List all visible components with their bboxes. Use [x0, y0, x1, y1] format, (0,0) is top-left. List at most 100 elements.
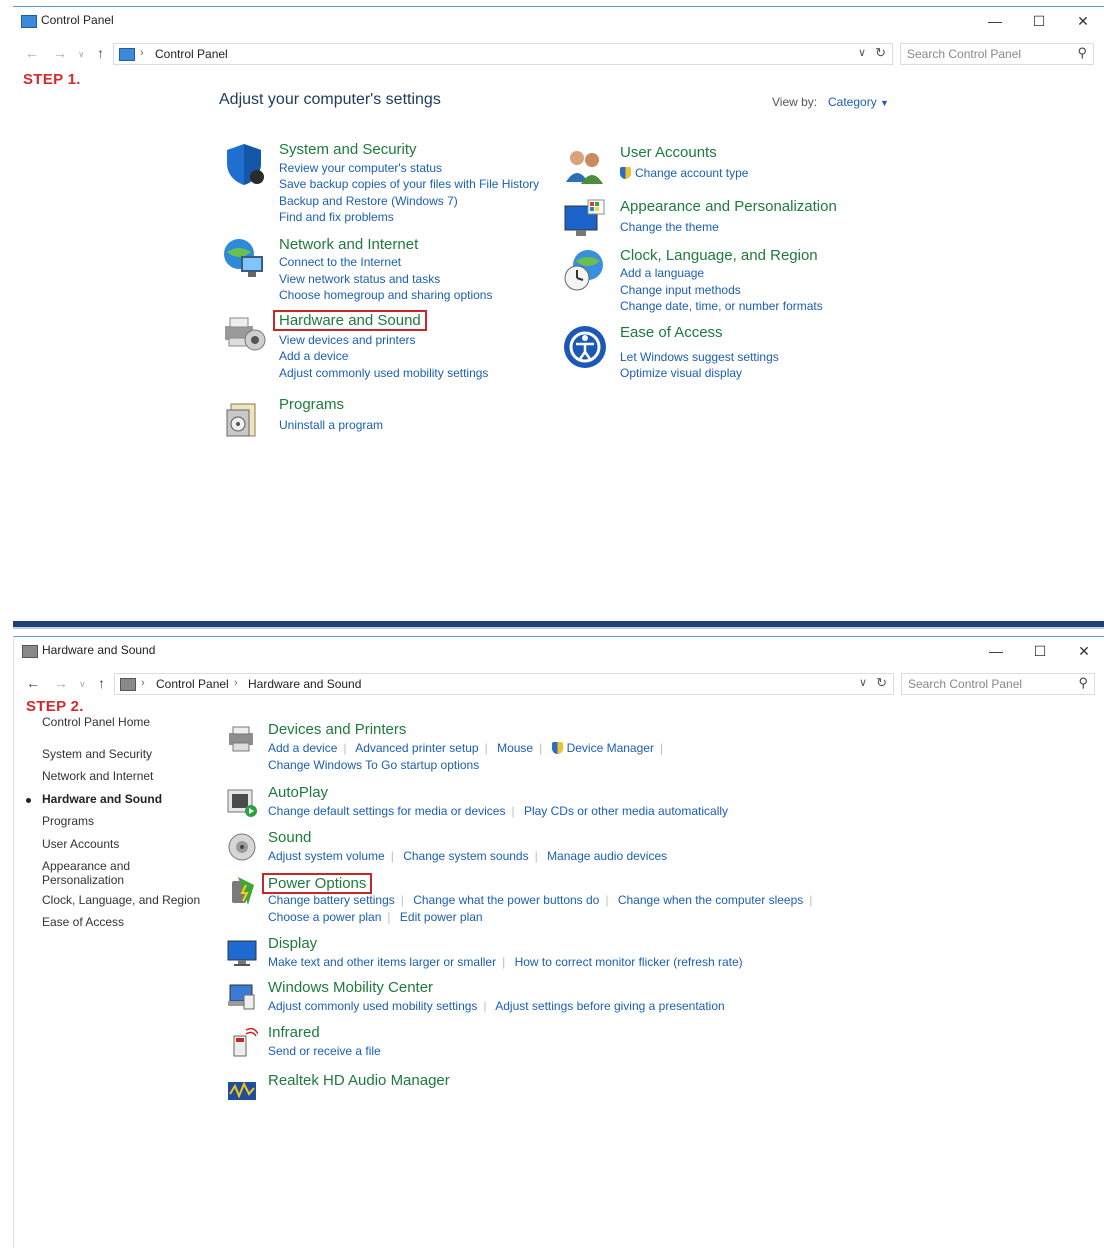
- nav-control-panel-home[interactable]: Control Panel Home: [42, 715, 150, 729]
- nav-appearance-personalization[interactable]: Appearance and Personalization: [42, 859, 142, 887]
- view-by-value[interactable]: Category: [828, 95, 877, 109]
- minimize-button[interactable]: —: [975, 10, 1015, 32]
- shield-icon: [227, 144, 264, 185]
- nav-hardware-and-sound[interactable]: Hardware and Sound: [42, 792, 162, 806]
- link-add-device[interactable]: Add a device: [268, 741, 337, 755]
- category-title[interactable]: Programs: [279, 396, 344, 413]
- section-title[interactable]: Realtek HD Audio Manager: [268, 1072, 450, 1089]
- link-suggest-settings[interactable]: Let Windows suggest settings: [620, 350, 779, 364]
- link-mobility-settings[interactable]: Adjust commonly used mobility settings: [268, 999, 477, 1013]
- link-input-methods[interactable]: Change input methods: [620, 283, 741, 297]
- category-title[interactable]: Network and Internet: [279, 236, 418, 253]
- address-bar[interactable]: › Control Panel › Hardware and Sound ∨ ↻: [114, 673, 894, 695]
- link-manage-audio-devices[interactable]: Manage audio devices: [547, 849, 667, 863]
- chevron-right-icon[interactable]: ›: [140, 47, 144, 59]
- link-change-account-type[interactable]: Change account type: [620, 166, 748, 180]
- caret-down-icon[interactable]: ▼: [880, 98, 889, 108]
- category-title[interactable]: Ease of Access: [620, 324, 723, 341]
- maximize-button[interactable]: ☐: [1019, 10, 1059, 32]
- link-default-media-settings[interactable]: Change default settings for media or dev…: [268, 804, 505, 818]
- link-uninstall-program[interactable]: Uninstall a program: [279, 418, 383, 432]
- forward-icon[interactable]: →: [53, 45, 67, 61]
- search-icon[interactable]: ⚲: [1078, 675, 1088, 691]
- minimize-button[interactable]: —: [976, 640, 1016, 662]
- section-title[interactable]: AutoPlay: [268, 784, 328, 801]
- link-label[interactable]: Change account type: [635, 166, 748, 180]
- link-review-status[interactable]: Review your computer's status: [279, 161, 442, 175]
- links-row: Add a device | Advanced printer setup | Mo…: [268, 741, 669, 755]
- back-icon[interactable]: ←: [26, 675, 40, 691]
- category-title[interactable]: Appearance and Personalization: [620, 198, 837, 215]
- view-by-dropdown[interactable]: Category ▼: [828, 95, 889, 109]
- maximize-button[interactable]: ☐: [1020, 640, 1060, 662]
- link-connect-internet[interactable]: Connect to the Internet: [279, 255, 401, 269]
- nav-ease-of-access[interactable]: Ease of Access: [42, 915, 124, 929]
- breadcrumb-control-panel[interactable]: Control Panel: [155, 47, 228, 61]
- step-label: STEP 1.: [23, 71, 81, 88]
- link-device-manager[interactable]: Device Manager: [567, 741, 654, 755]
- link-date-time-formats[interactable]: Change date, time, or number formats: [620, 299, 823, 313]
- refresh-icon[interactable]: ↻: [876, 675, 887, 691]
- section-title-highlighted[interactable]: Power Options: [262, 873, 373, 894]
- link-power-buttons[interactable]: Change what the power buttons do: [413, 893, 599, 907]
- refresh-icon[interactable]: ↻: [875, 45, 886, 61]
- section-title[interactable]: Display: [268, 935, 317, 952]
- category-title[interactable]: System and Security: [279, 141, 417, 158]
- category-title-highlighted[interactable]: Hardware and Sound: [273, 310, 427, 331]
- section-title[interactable]: Windows Mobility Center: [268, 979, 433, 996]
- search-input[interactable]: Search Control Panel ⚲: [901, 673, 1095, 695]
- chevron-down-icon[interactable]: ∨: [859, 676, 867, 689]
- link-send-receive-file[interactable]: Send or receive a file: [268, 1044, 381, 1058]
- breadcrumb-hardware-and-sound[interactable]: Hardware and Sound: [248, 677, 361, 691]
- close-button[interactable]: ✕: [1064, 640, 1104, 662]
- forward-icon[interactable]: →: [54, 675, 68, 691]
- section-title[interactable]: Devices and Printers: [268, 721, 406, 738]
- link-change-sounds[interactable]: Change system sounds: [403, 849, 528, 863]
- up-icon[interactable]: ↑: [97, 45, 104, 61]
- search-icon[interactable]: ⚲: [1077, 45, 1087, 61]
- link-backup-restore[interactable]: Backup and Restore (Windows 7): [279, 194, 458, 208]
- link-view-devices-printers[interactable]: View devices and printers: [279, 333, 416, 347]
- link-battery-settings[interactable]: Change battery settings: [268, 893, 395, 907]
- link-presentation-settings[interactable]: Adjust settings before giving a presenta…: [495, 999, 724, 1013]
- nav-system-and-security[interactable]: System and Security: [42, 747, 152, 761]
- chevron-right-icon[interactable]: ›: [234, 677, 238, 689]
- search-input[interactable]: Search Control Panel ⚲: [900, 43, 1094, 65]
- chevron-right-icon[interactable]: ›: [141, 677, 145, 689]
- chevron-down-icon[interactable]: ∨: [858, 46, 866, 59]
- nav-clock-language-region[interactable]: Clock, Language, and Region: [42, 893, 200, 907]
- recent-dropdown-icon[interactable]: ∨: [78, 49, 85, 60]
- link-add-language[interactable]: Add a language: [620, 266, 704, 280]
- up-icon[interactable]: ↑: [98, 675, 105, 691]
- link-adjust-volume[interactable]: Adjust system volume: [268, 849, 385, 863]
- link-computer-sleeps[interactable]: Change when the computer sleeps: [618, 893, 803, 907]
- recent-dropdown-icon[interactable]: ∨: [79, 679, 86, 690]
- close-button[interactable]: ✕: [1063, 10, 1103, 32]
- nav-programs[interactable]: Programs: [42, 814, 94, 828]
- back-icon[interactable]: ←: [25, 45, 39, 61]
- category-title[interactable]: User Accounts: [620, 144, 717, 161]
- link-mouse[interactable]: Mouse: [497, 741, 533, 755]
- link-text-larger[interactable]: Make text and other items larger or smal…: [268, 955, 496, 969]
- link-homegroup[interactable]: Choose homegroup and sharing options: [279, 288, 492, 302]
- section-title[interactable]: Infrared: [268, 1024, 320, 1041]
- nav-network-and-internet[interactable]: Network and Internet: [42, 769, 153, 783]
- link-change-theme[interactable]: Change the theme: [620, 220, 719, 234]
- link-optimize-display[interactable]: Optimize visual display: [620, 366, 742, 380]
- link-windows-to-go[interactable]: Change Windows To Go startup options: [268, 758, 479, 772]
- link-play-cds[interactable]: Play CDs or other media automatically: [524, 804, 728, 818]
- link-find-fix-problems[interactable]: Find and fix problems: [279, 210, 394, 224]
- link-choose-power-plan[interactable]: Choose a power plan: [268, 910, 381, 924]
- section-title[interactable]: Sound: [268, 829, 311, 846]
- nav-user-accounts[interactable]: User Accounts: [42, 837, 119, 851]
- breadcrumb-control-panel[interactable]: Control Panel: [156, 677, 229, 691]
- address-bar[interactable]: › Control Panel ∨ ↻: [113, 43, 893, 65]
- link-network-status[interactable]: View network status and tasks: [279, 272, 440, 286]
- link-monitor-flicker[interactable]: How to correct monitor flicker (refresh …: [515, 955, 743, 969]
- link-add-device[interactable]: Add a device: [279, 349, 348, 363]
- link-file-history[interactable]: Save backup copies of your files with Fi…: [279, 177, 539, 191]
- link-edit-power-plan[interactable]: Edit power plan: [400, 910, 483, 924]
- category-title[interactable]: Clock, Language, and Region: [620, 247, 818, 264]
- link-mobility-settings[interactable]: Adjust commonly used mobility settings: [279, 366, 488, 380]
- link-advanced-printer-setup[interactable]: Advanced printer setup: [355, 741, 478, 755]
